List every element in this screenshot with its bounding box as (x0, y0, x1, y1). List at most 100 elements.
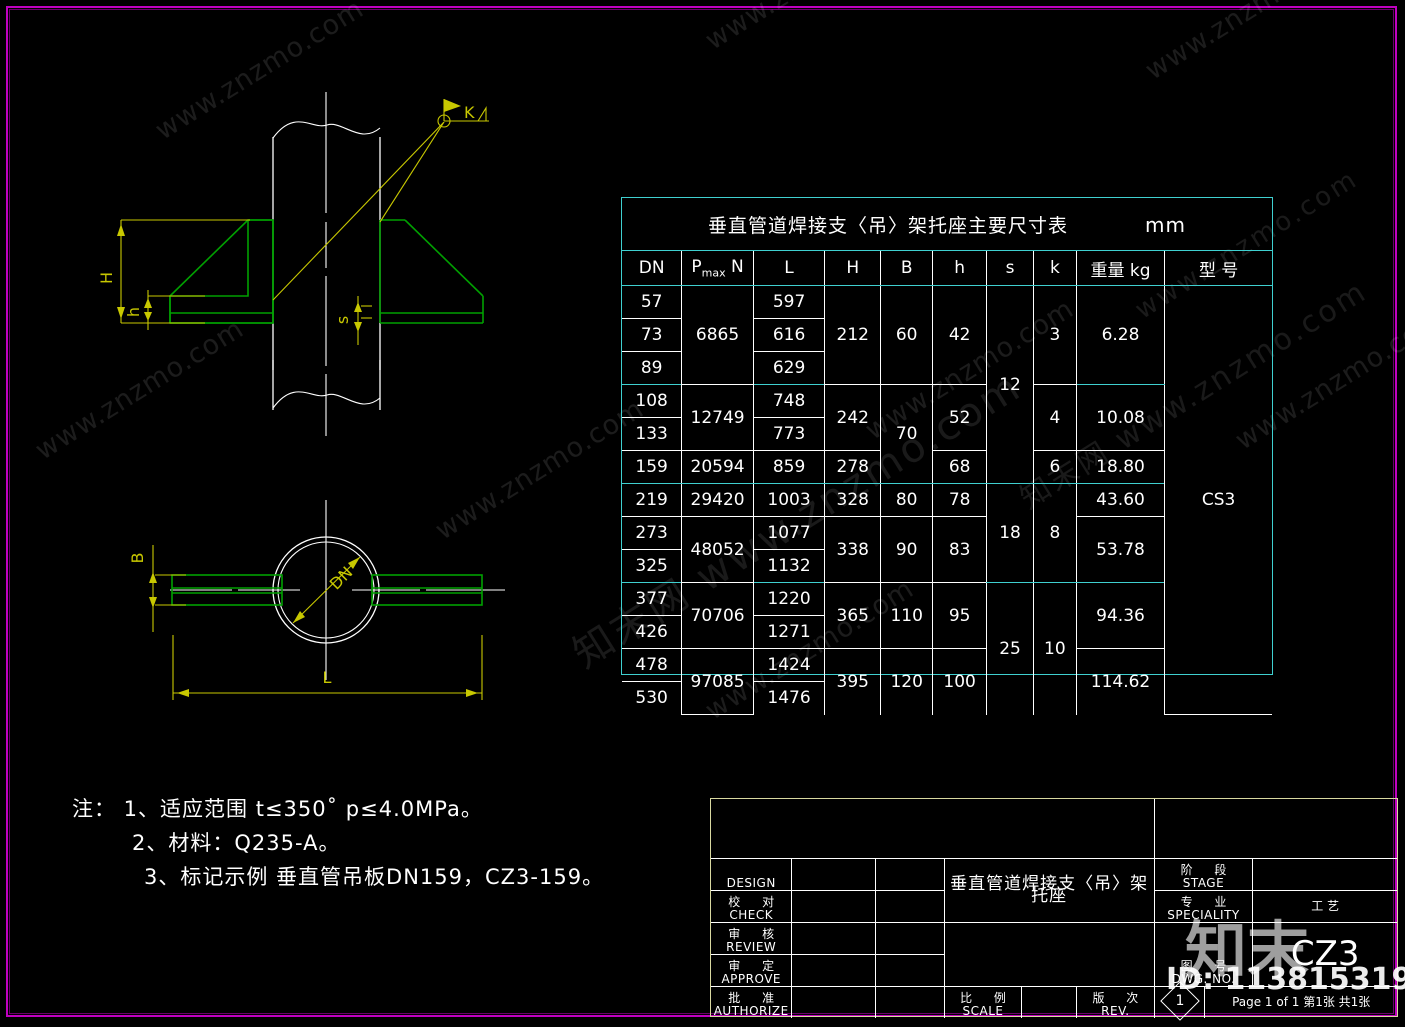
table-cell-h-small: 52 (932, 384, 988, 451)
table-cell-l: 773 (752, 417, 826, 451)
table-cell-h-small: 42 (932, 285, 988, 385)
table-cell-b: 120 (880, 648, 934, 715)
table-cell-dn: 530 (622, 681, 683, 715)
table-cell-dn: 89 (622, 351, 683, 385)
speciality-label-cn: 专 业 (1180, 894, 1236, 909)
table-cell-l: 1077 (752, 516, 826, 550)
rev-diamond-icon: 1 (1159, 981, 1200, 1022)
table-cell-h-big: 365 (824, 582, 882, 649)
table-cell-dn: 377 (622, 582, 683, 616)
table-cell-pmax: 6865 (681, 285, 754, 385)
col-header-model: 型 号 (1164, 250, 1272, 286)
table-cell-dn: 108 (622, 384, 683, 418)
table-cell-l: 748 (752, 384, 826, 418)
titleblock-value-check-name[interactable] (791, 889, 877, 923)
titleblock-value-scale[interactable] (1021, 985, 1078, 1018)
table-cell-l: 616 (752, 318, 826, 352)
table-cell-pmax: 48052 (681, 516, 754, 583)
stage-label-cn: 阶 段 (1180, 862, 1236, 877)
titleblock-label-review: 审 核 REVIEW (711, 921, 793, 955)
dimension-table-unit: mm (1145, 212, 1187, 237)
authorize-label-en: AUTHORIZE (713, 1004, 789, 1018)
notes-block: 注： 1、适应范围 t≤350˚ p≤4.0MPa。 2、材料：Q235-A。 … (72, 792, 604, 894)
table-cell-weight: 18.80 (1075, 450, 1166, 484)
col-header-pmax: Pmax N (681, 250, 754, 286)
note-line-2: 2、材料：Q235-A。 (132, 831, 341, 855)
table-cell-dn: 219 (622, 483, 683, 517)
table-cell-k: 6 (1032, 450, 1077, 484)
titleblock-value-approve-name[interactable] (791, 953, 877, 987)
titleblock-logo-area (711, 799, 1155, 859)
table-cell-s: 18 (986, 483, 1034, 583)
titleblock-value-authorize-name[interactable] (791, 985, 877, 1018)
note-line-1: 注： 1、适应范围 t≤350˚ p≤4.0MPa。 (72, 797, 483, 821)
table-cell-h-big: 395 (824, 648, 882, 715)
col-header-k: k (1032, 250, 1077, 286)
dim-label-B: B (128, 553, 147, 564)
table-cell-weight: 53.78 (1075, 516, 1166, 583)
titleblock-value-authorize-date[interactable] (875, 985, 945, 1018)
table-cell-dn: 73 (622, 318, 683, 352)
table-cell-h-big: 278 (824, 450, 882, 484)
titleblock-label-authorize: 批 准 AUTHORIZE (711, 985, 793, 1018)
titleblock-value-check-date[interactable] (875, 889, 945, 923)
titleblock-value-dwgno[interactable]: CZ3 (1252, 921, 1397, 987)
table-cell-weight: 43.60 (1075, 483, 1166, 517)
check-label-en: CHECK (729, 907, 774, 922)
table-cell-pmax: 97085 (681, 648, 754, 715)
table-cell-h-big: 242 (824, 384, 882, 451)
titleblock-value-approve-date[interactable] (875, 953, 945, 987)
titleblock-label-scale: 比 例 SCALE (943, 985, 1023, 1018)
table-cell-h-small: 100 (932, 648, 988, 715)
table-cell-h-big: 212 (824, 285, 882, 385)
table-cell-dn: 426 (622, 615, 683, 649)
stage-label-en: STAGE (1182, 875, 1225, 890)
titleblock-label-check: 校 对 CHECK (711, 889, 793, 923)
titleblock-value-design-date[interactable] (875, 857, 945, 891)
titleblock-value-speciality[interactable]: 工 艺 (1252, 889, 1397, 923)
titleblock-value-review-name[interactable] (791, 921, 877, 955)
table-cell-h-small: 68 (932, 450, 988, 484)
table-cell-dn: 57 (622, 285, 683, 319)
titleblock-value-design-name[interactable] (791, 857, 877, 891)
titleblock-label-speciality: 专 业 SPECIALITY (1153, 889, 1254, 923)
table-cell-l: 597 (752, 285, 826, 319)
table-cell-b: 70 (880, 384, 934, 484)
titleblock-value-stage[interactable] (1252, 857, 1397, 891)
table-cell-k: 10 (1032, 582, 1077, 715)
dimension-table: 垂直管道焊接支〈吊〉架托座主要尺寸表 mm DN Pmax N L H B h … (621, 197, 1273, 715)
design-label-en: DESIGN (726, 875, 776, 890)
table-cell-l: 1271 (752, 615, 826, 649)
table-cell-s: 12 (986, 285, 1034, 484)
col-header-h-big: H (824, 250, 882, 286)
dwgno-label-cn: 图 号 (1180, 958, 1236, 973)
table-cell-pmax: 29420 (681, 483, 754, 517)
titleblock-value-review-date[interactable] (875, 921, 945, 955)
table-cell-pmax: 12749 (681, 384, 754, 451)
check-label-cn: 校 对 (728, 894, 784, 909)
table-cell-pmax: 70706 (681, 582, 754, 649)
review-label-cn: 审 核 (728, 926, 784, 941)
titleblock-subtitle-area (943, 921, 1155, 987)
dimension-table-title-text: 垂直管道焊接支〈吊〉架托座主要尺寸表 (707, 214, 1068, 237)
table-cell-l: 629 (752, 351, 826, 385)
table-cell-k: 4 (1032, 384, 1077, 451)
titleblock-page-info: Page 1 of 1 第1张 共1张 (1204, 985, 1397, 1018)
table-cell-weight: 10.08 (1075, 384, 1166, 451)
table-cell-weight: 6.28 (1075, 285, 1166, 385)
table-cell-k: 3 (1032, 285, 1077, 385)
table-cell-l: 1220 (752, 582, 826, 616)
table-cell-h-big: 338 (824, 516, 882, 583)
review-label-en: REVIEW (726, 939, 777, 954)
table-cell-b: 60 (880, 285, 934, 385)
col-header-l: L (752, 250, 826, 286)
col-header-weight: 重量 kg (1075, 250, 1166, 286)
approve-label-en: APPROVE (721, 971, 781, 986)
table-cell-weight: 114.62 (1075, 648, 1166, 715)
dim-label-L: L (323, 668, 332, 687)
table-cell-dn: 159 (622, 450, 683, 484)
rev-number: 1 (1175, 993, 1184, 1010)
col-header-dn: DN (622, 250, 683, 286)
titleblock-value-rev: 1 (1153, 981, 1206, 1022)
cad-drawing-canvas: www.znzmo.com www.znzmo.com www.znzmo.co… (0, 0, 1405, 1025)
